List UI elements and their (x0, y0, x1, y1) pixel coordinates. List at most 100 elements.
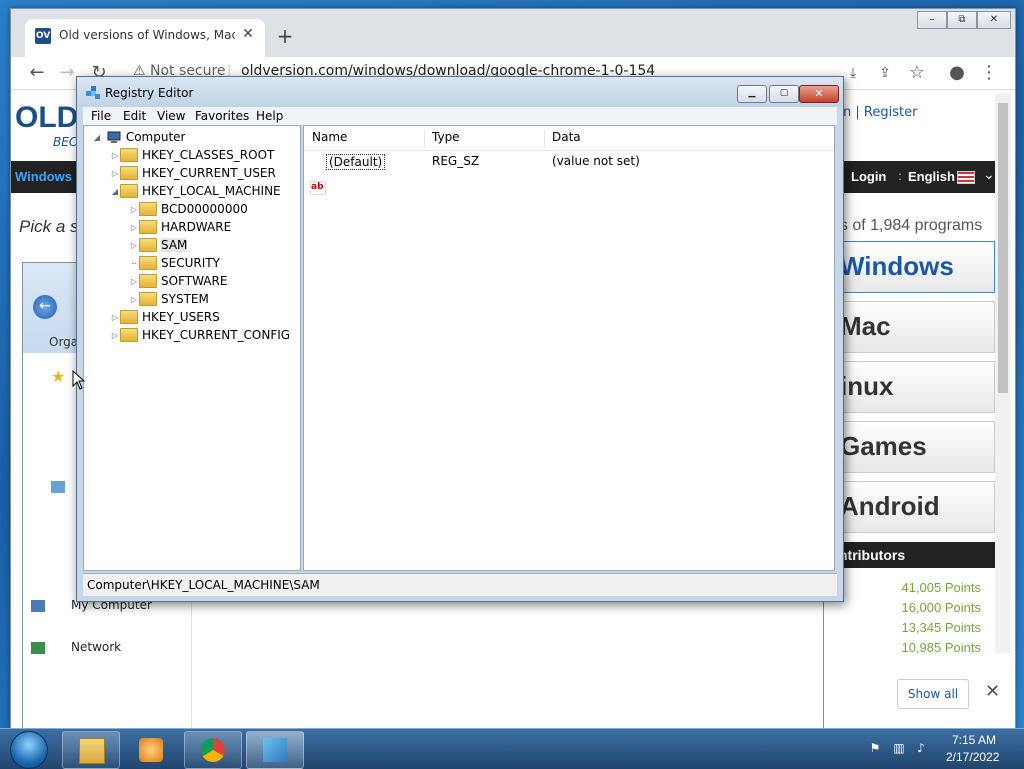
clock-time[interactable]: 7:15 AM (952, 733, 996, 747)
tree-node-hkcr[interactable]: ▷ HKEY_CLASSES_ROOT (110, 146, 274, 164)
nav-network[interactable]: Network (71, 640, 121, 654)
clock-date[interactable]: 2/17/2022 (946, 750, 999, 764)
mouse-cursor-icon (72, 370, 86, 390)
taskbar-explorer[interactable] (62, 731, 120, 769)
taskbar-chrome[interactable] (184, 731, 242, 769)
tree-node-hardware[interactable]: ▷ HARDWARE (129, 218, 231, 236)
download-bar-close-icon[interactable]: ✕ (985, 681, 1000, 702)
menu-favorites[interactable]: Favorites (195, 109, 249, 123)
chevron-down-icon[interactable]: ⌄ (983, 167, 995, 183)
taskbar-regedit[interactable] (246, 731, 304, 769)
nav-login[interactable]: Login (851, 169, 886, 184)
expand-icon[interactable]: ▷ (110, 165, 120, 183)
nav-windows[interactable]: Windows (15, 169, 72, 184)
tree-node-software[interactable]: ▷ SOFTWARE (129, 272, 227, 290)
tree-node-sam[interactable]: ▷ SAM (129, 236, 188, 255)
tree-node-hkcc[interactable]: ▷ HKEY_CURRENT_CONFIG (110, 326, 290, 344)
start-button[interactable] (6, 729, 50, 769)
share-icon[interactable]: ⇪ (873, 61, 897, 85)
expand-icon[interactable]: ▷ (129, 201, 139, 219)
action-center-icon[interactable]: ⚑ (868, 741, 882, 755)
status-bar: Computer\HKEY_LOCAL_MACHINE\SAM (83, 573, 837, 596)
column-header-name[interactable]: Name (312, 130, 425, 148)
close-button[interactable]: ✕ (799, 85, 839, 103)
tree-node-hkcu[interactable]: ▷ HKEY_CURRENT_USER (110, 164, 276, 182)
folder-icon (139, 255, 157, 270)
tab-close-icon[interactable]: ✕ (239, 26, 257, 44)
value-type: REG_SZ (432, 154, 480, 168)
folder-icon (139, 219, 157, 234)
expand-icon[interactable]: ▷ (110, 309, 120, 327)
tree-label: HKEY_CURRENT_CONFIG (142, 328, 291, 342)
table-row[interactable]: ab (Default) REG_SZ (value not set) (304, 152, 834, 195)
favorites-star-icon[interactable]: ★ (51, 367, 65, 386)
menu-file[interactable]: File (91, 109, 111, 123)
regedit-icon (263, 738, 287, 762)
profile-icon[interactable]: ● (945, 61, 969, 85)
tree-node-hku[interactable]: ▷ HKEY_USERS (110, 308, 220, 326)
platform-linux[interactable]: inux (833, 361, 995, 413)
tree-node-system[interactable]: ▷ SYSTEM (129, 290, 209, 308)
regedit-titlebar[interactable]: Registry Editor ▁ ▢ ✕ (77, 77, 843, 107)
collapse-icon[interactable]: ◢ (110, 183, 120, 201)
network-icon (31, 642, 45, 654)
new-tab-button[interactable]: + (273, 25, 297, 49)
contributor-points: 13,345 Points (901, 620, 981, 635)
register-link[interactable]: n | Register (843, 105, 917, 120)
menu-edit[interactable]: Edit (123, 109, 146, 123)
taskbar: ⚑ ▥ ♪ 7:15 AM 2/17/2022 (0, 728, 1024, 769)
media-player-icon (139, 738, 163, 762)
scrollbar-thumb[interactable] (998, 103, 1008, 393)
column-header-data[interactable]: Data (552, 130, 832, 148)
download-icon[interactable]: ⤓ (841, 61, 865, 85)
computer-icon (107, 131, 121, 143)
menu-bar: File Edit View Favorites Help (83, 107, 837, 125)
back-icon[interactable]: ← (25, 61, 49, 85)
column-header-type[interactable]: Type (432, 130, 545, 148)
minimize-button[interactable]: ▁ (737, 85, 767, 103)
volume-icon[interactable]: ♪ (914, 741, 928, 755)
versions-count: ns of 1,984 programs (831, 217, 983, 234)
back-arrow-icon[interactable]: ← (33, 295, 57, 319)
tree-node-security[interactable]: ┄ SECURITY (129, 254, 220, 272)
menu-icon[interactable]: ⋮ (977, 61, 1001, 85)
browser-tab[interactable]: OV Old versions of Windows, Mac and Linu… (25, 19, 265, 57)
expand-icon[interactable]: ▷ (129, 237, 139, 255)
taskbar-media-player[interactable] (122, 731, 180, 769)
tree-node-bcd[interactable]: ▷ BCD00000000 (129, 200, 248, 218)
tab-title: Old versions of Windows, Mac and Linux (59, 28, 235, 42)
platform-games[interactable]: Games (833, 421, 995, 473)
menu-help[interactable]: Help (256, 109, 283, 123)
close-button[interactable]: ✕ (977, 11, 1011, 29)
tree-line: ┄ (131, 258, 137, 268)
bookmark-star-icon[interactable]: ☆ (905, 61, 929, 85)
organize-button[interactable]: Orga (49, 335, 78, 349)
expand-icon[interactable]: ▷ (129, 291, 139, 309)
expand-icon[interactable]: ▷ (110, 147, 120, 165)
expand-icon[interactable]: ▷ (129, 273, 139, 291)
tree-label: HKEY_CURRENT_USER (142, 166, 276, 180)
show-all-button[interactable]: Show all (897, 679, 969, 709)
site-logo[interactable]: OLD (15, 101, 78, 135)
minimize-button[interactable]: – (917, 11, 947, 29)
folder-icon (120, 327, 138, 342)
maximize-button[interactable]: ▢ (769, 85, 799, 103)
expand-icon[interactable]: ▷ (129, 219, 139, 237)
tree-node-hklm[interactable]: ◢ HKEY_LOCAL_MACHINE (110, 182, 281, 200)
page-scrollbar[interactable] (995, 93, 1011, 653)
platform-windows[interactable]: Windows (833, 241, 995, 293)
computer-icon (31, 600, 45, 612)
nav-language[interactable]: English (908, 169, 955, 184)
collapse-icon[interactable]: ◢ (92, 129, 102, 147)
platform-mac[interactable]: Mac (833, 301, 995, 353)
windows-logo-icon (10, 731, 48, 769)
expand-icon[interactable]: ▷ (110, 327, 120, 345)
platform-android[interactable]: Android (833, 481, 995, 533)
restore-button[interactable]: ⧉ (947, 11, 977, 29)
tree-node-computer[interactable]: ◢ Computer (92, 128, 186, 147)
folder-icon (139, 291, 157, 306)
menu-view[interactable]: View (157, 109, 185, 123)
network-tray-icon[interactable]: ▥ (892, 741, 906, 755)
contributor-points: 41,005 Points (901, 580, 981, 595)
favicon-icon: OV (35, 28, 51, 44)
